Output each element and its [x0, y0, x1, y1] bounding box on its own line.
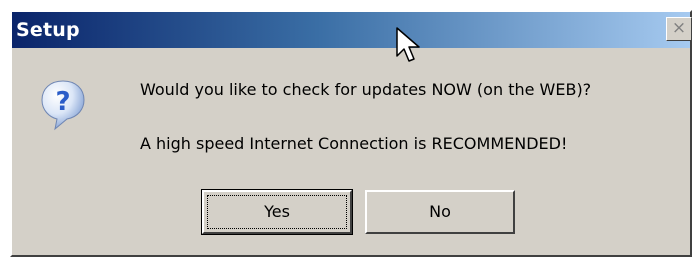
- question-icon: ?: [41, 80, 85, 131]
- close-icon: ×: [671, 18, 687, 38]
- title-bar[interactable]: Setup ×: [12, 12, 692, 48]
- window-title: Setup: [16, 19, 80, 41]
- close-button[interactable]: ×: [666, 17, 692, 41]
- setup-dialog: Setup × ? Would you like to check for up…: [10, 10, 692, 257]
- message-line-2: A high speed Internet Connection is RECO…: [140, 134, 568, 153]
- question-glyph: ?: [55, 87, 70, 117]
- message-line-1: Would you like to check for updates NOW …: [140, 80, 592, 99]
- no-button[interactable]: No: [365, 190, 515, 234]
- mouse-pointer-icon: [396, 27, 420, 62]
- yes-button[interactable]: Yes: [201, 189, 353, 235]
- no-button-label: No: [429, 202, 451, 221]
- focus-rectangle: [207, 195, 347, 229]
